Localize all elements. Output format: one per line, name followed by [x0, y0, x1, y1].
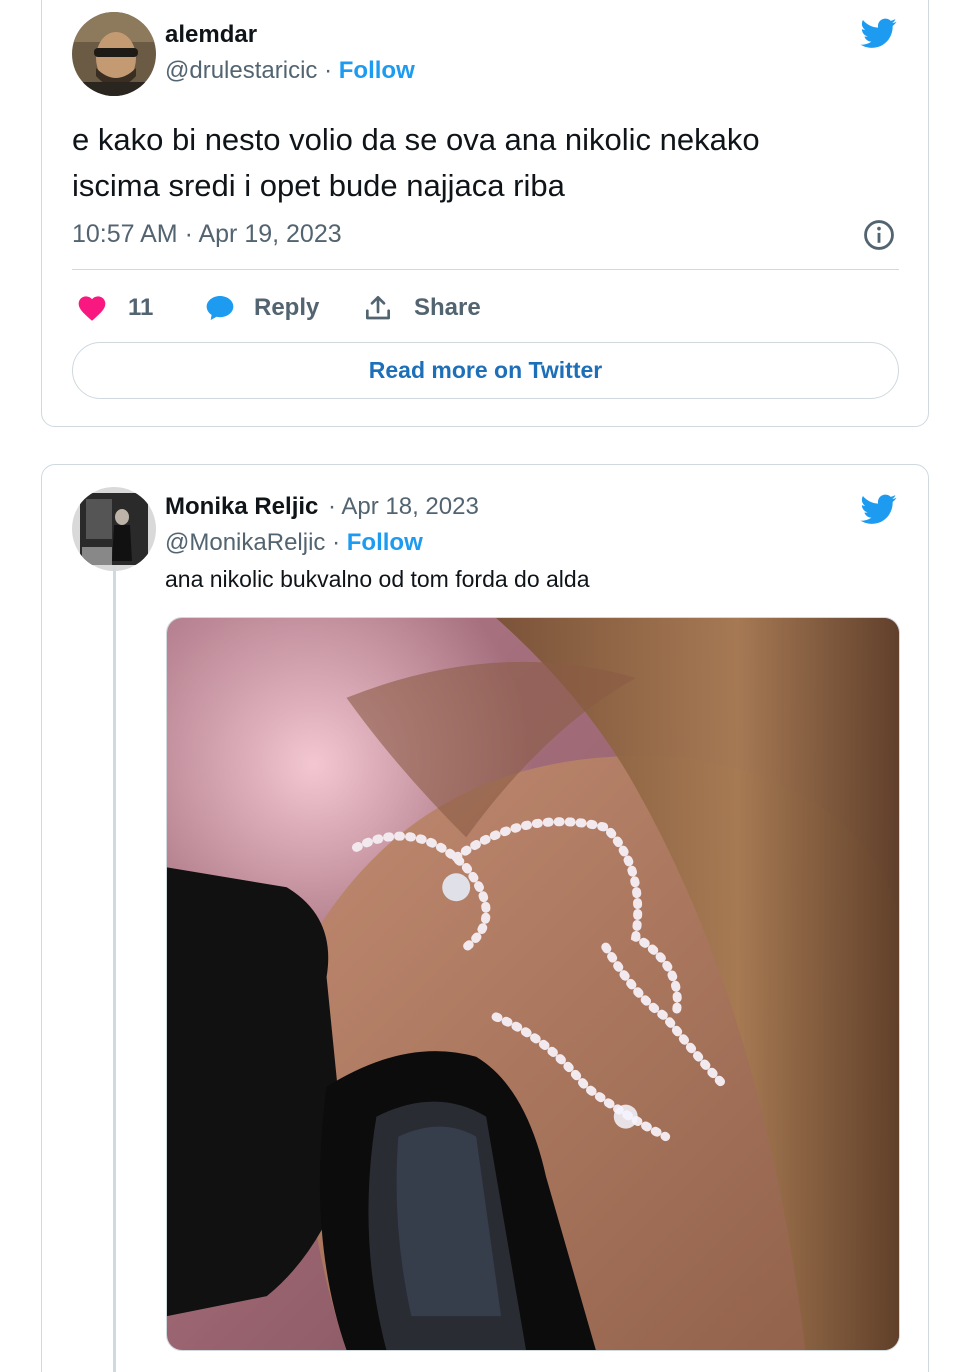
reply-label: Reply [254, 294, 320, 321]
thread-line [113, 565, 116, 1372]
divider [72, 269, 899, 270]
read-more-button[interactable]: Read more on Twitter [72, 342, 899, 399]
author-handle[interactable]: @MonikaReljic [165, 529, 325, 556]
tweet-text: e kako bi nesto volio da se ova ana niko… [72, 117, 902, 209]
follow-button[interactable]: Follow [347, 529, 423, 556]
heart-icon [76, 292, 108, 324]
follow-button[interactable]: Follow [339, 57, 415, 84]
twitter-bird-icon[interactable] [858, 15, 900, 51]
tweet-text-line: e kako bi nesto volio da se ova ana niko… [72, 122, 760, 157]
author-name: Monika Reljic · Apr 18, 2023 [165, 493, 479, 521]
embedded-tweet-card: alemdar @drulestaricic · Follow e kako b… [41, 0, 929, 427]
reply-button[interactable]: Reply [203, 291, 319, 325]
info-icon[interactable] [862, 218, 896, 252]
author-handle[interactable]: @drulestaricic [165, 57, 317, 84]
tweet-media-image[interactable] [166, 617, 900, 1351]
reply-bubble-icon [203, 292, 237, 324]
avatar[interactable] [72, 12, 156, 96]
separator-dot: · [332, 529, 341, 556]
avatar[interactable] [72, 487, 156, 571]
author-meta: @drulestaricic · Follow [165, 57, 415, 85]
share-icon [362, 292, 394, 324]
like-button[interactable]: 11 [76, 291, 153, 325]
share-button[interactable]: Share [362, 291, 481, 325]
share-label: Share [414, 294, 481, 321]
twitter-bird-icon[interactable] [858, 491, 900, 527]
author-meta: @MonikaReljic · Follow [165, 529, 423, 557]
author-display-name[interactable]: Monika Reljic [165, 493, 318, 520]
author-name[interactable]: alemdar [165, 21, 257, 49]
tweet-timestamp[interactable]: 10:57 AM · Apr 19, 2023 [72, 220, 342, 249]
tweet-text: ana nikolic bukvalno od tom forda do ald… [165, 566, 590, 592]
like-count: 11 [128, 294, 154, 321]
tweet-text-line: iscima sredi i opet bude najjaca riba [72, 168, 565, 203]
embedded-tweet-card: Monika Reljic · Apr 18, 2023 @MonikaRelj… [41, 464, 929, 1372]
separator-dot: · [324, 57, 333, 84]
tweet-date[interactable]: · Apr 18, 2023 [328, 493, 479, 520]
